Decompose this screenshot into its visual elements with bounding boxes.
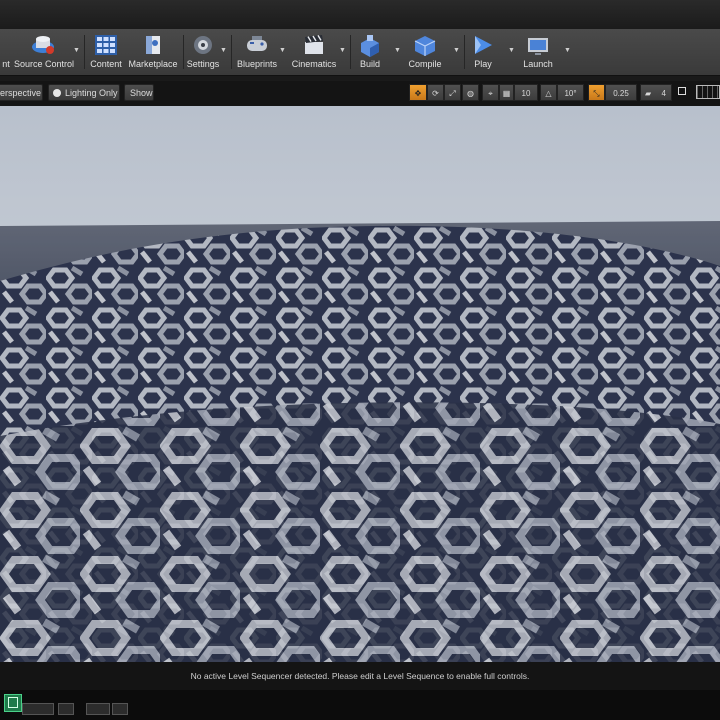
source-control-icon (32, 36, 54, 54)
launch-button[interactable]: Launch (519, 31, 557, 73)
marketplace-button[interactable]: Marketplace (126, 31, 180, 73)
world-local-icon[interactable]: ◍ (462, 84, 479, 101)
launch-label: Launch (523, 59, 553, 69)
camera-speed-button[interactable]: ▰ 4 (640, 84, 672, 101)
taskbar-thumbnail[interactable] (22, 703, 54, 715)
compile-label: Compile (408, 59, 442, 69)
blueprints-label: Blueprints (236, 59, 278, 69)
settings-icon (194, 36, 212, 54)
save-icon (0, 33, 12, 57)
settings-label: Settings (186, 59, 220, 69)
app-icon[interactable] (4, 694, 22, 712)
play-button[interactable]: Play (468, 31, 498, 73)
compile-dropdown-icon[interactable]: ▼ (453, 47, 460, 54)
build-icon (361, 35, 379, 57)
camera-icon: ▰ (645, 89, 652, 98)
main-toolbar: nt Source Control ▼ Content Marketplace … (0, 29, 720, 76)
compile-icon (414, 36, 436, 56)
camera-speed-value: 4 (661, 89, 666, 98)
build-button[interactable]: Build (356, 31, 384, 73)
level-viewport[interactable] (0, 106, 720, 662)
play-label: Play (474, 59, 492, 69)
content-button[interactable]: Content (88, 31, 124, 73)
viewport-toolbar: erspective Lighting Only Show ✥ ⟳ ⤢ ◍ ⌖ … (0, 81, 720, 105)
toolbar-divider (231, 35, 232, 69)
show-button[interactable]: Show (124, 84, 154, 101)
blueprints-button[interactable]: Blueprints (236, 31, 278, 73)
content-icon (95, 35, 117, 55)
toolbar-divider (464, 35, 465, 69)
save-button[interactable]: nt (0, 31, 12, 73)
window-title-bar (0, 0, 720, 29)
source-control-dropdown-icon[interactable]: ▼ (73, 47, 80, 54)
source-control-button[interactable]: Source Control (14, 31, 75, 73)
blueprints-icon (247, 36, 267, 51)
cinematics-dropdown-icon[interactable]: ▼ (339, 47, 346, 54)
blueprints-dropdown-icon[interactable]: ▼ (279, 47, 286, 54)
light-bulb-icon (53, 89, 61, 97)
cinematics-label: Cinematics (291, 59, 337, 69)
save-label: nt (2, 59, 10, 69)
toolbar-divider (183, 35, 184, 69)
marketplace-label: Marketplace (128, 59, 178, 69)
source-control-label: Source Control (14, 59, 75, 69)
maximize-viewport-icon[interactable] (678, 87, 686, 95)
grid-snap-icon[interactable]: ▦ (499, 84, 514, 101)
rotation-snap-icon[interactable]: △ (540, 84, 557, 101)
build-dropdown-icon[interactable]: ▼ (394, 47, 401, 54)
settings-dropdown-icon[interactable]: ▼ (220, 47, 227, 54)
toolbar-divider (350, 35, 351, 69)
content-label: Content (90, 59, 122, 69)
scale-snap-value[interactable]: 0.25 (605, 84, 637, 101)
viewport-scene (0, 106, 720, 662)
compile-button[interactable]: Compile (406, 31, 444, 73)
cinematics-icon (305, 35, 323, 54)
launch-dropdown-icon[interactable]: ▼ (564, 47, 571, 54)
taskbar-thumbnail[interactable] (58, 703, 74, 715)
toolbar-divider (84, 35, 85, 69)
build-label: Build (359, 59, 380, 69)
surface-snap-icon[interactable]: ⌖ (482, 84, 499, 101)
status-message: No active Level Sequencer detected. Plea… (0, 662, 720, 690)
taskbar (0, 690, 720, 720)
rotation-snap-value[interactable]: 10° (557, 84, 584, 101)
settings-button[interactable]: Settings (186, 31, 220, 73)
play-icon (475, 36, 492, 54)
launch-icon (528, 38, 548, 55)
grid-snap-value[interactable]: 10 (514, 84, 538, 101)
marketplace-icon (146, 36, 160, 54)
play-dropdown-icon[interactable]: ▼ (508, 47, 515, 54)
taskbar-thumbnail[interactable] (112, 703, 128, 715)
taskbar-thumbnail[interactable] (86, 703, 110, 715)
scale-mode-icon[interactable]: ⤢ (444, 84, 461, 101)
cinematics-button[interactable]: Cinematics (290, 31, 338, 73)
lighting-only-label: Lighting Only (65, 88, 118, 98)
rotate-mode-icon[interactable]: ⟳ (427, 84, 444, 101)
translate-mode-icon[interactable]: ✥ (409, 84, 427, 101)
layout-grid-icon[interactable] (696, 85, 720, 99)
view-mode-button[interactable]: erspective (0, 84, 43, 101)
scale-snap-icon[interactable]: ⤡ (588, 84, 605, 101)
lighting-only-button[interactable]: Lighting Only (48, 84, 120, 101)
